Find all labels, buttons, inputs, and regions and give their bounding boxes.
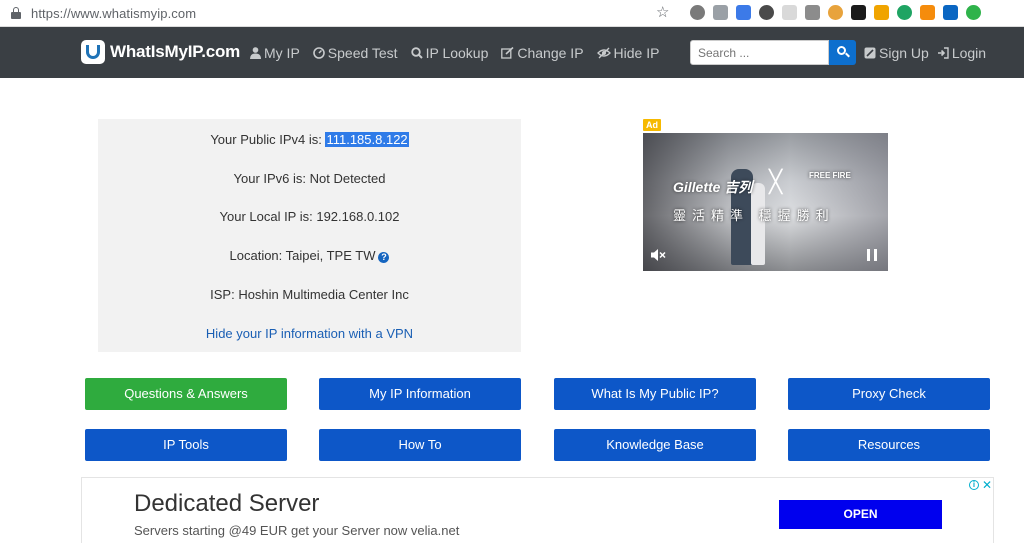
ad-close-icon[interactable]: ✕ [982,479,992,491]
ip-info-panel: Your Public IPv4 is: 111.185.8.122 Your … [98,119,521,352]
extension-icons [690,5,981,20]
ip-tools-button[interactable]: IP Tools [85,429,287,461]
mute-icon[interactable] [650,247,666,263]
extension-icon[interactable] [851,5,866,20]
ad-info-icon[interactable]: i [969,480,979,490]
login-label: Login [951,45,987,61]
location-text: Location: Taipei, TPE TW [229,248,376,263]
logo-icon [81,40,105,64]
edit-icon [501,47,514,59]
nav-speed-test-label: Speed Test [327,45,398,61]
nav-hide-ip[interactable]: Hide IP [596,45,660,61]
isp-line: ISP: Hoshin Multimedia Center Inc [210,287,409,302]
extension-icon[interactable] [920,5,935,20]
edit-square-icon [864,47,876,59]
ad-brand-text: Gillette 吉列 [673,179,753,195]
what-is-my-public-ip-button[interactable]: What Is My Public IP? [554,378,756,410]
lock-icon [11,7,21,19]
resources-button[interactable]: Resources [788,429,990,461]
nav-links: My IP Speed Test IP Lookup Change IP Hid… [250,45,659,61]
questions-answers-button[interactable]: Questions & Answers [85,378,287,410]
search-button[interactable] [829,40,856,65]
signup-link[interactable]: Sign Up [864,45,929,61]
nav-my-ip-label: My IP [264,45,300,61]
browser-toolbar: https://www.whatismyip.com ☆ [0,0,1024,27]
question-circle-icon[interactable]: ? [378,252,390,263]
extension-icon[interactable] [759,5,774,20]
ad-cross-graphic: ╳ [769,169,783,194]
vpn-link[interactable]: Hide your IP information with a VPN [98,326,521,341]
nav-ip-lookup-label: IP Lookup [425,45,489,61]
bookmark-star-icon[interactable]: ☆ [656,4,669,22]
pause-icon[interactable] [867,249,877,261]
extension-icon[interactable] [966,5,981,20]
sign-in-icon [937,47,949,59]
ad-person [751,183,765,265]
ad-choices: i ✕ [969,479,992,491]
login-link[interactable]: Login [937,45,986,61]
site-logo[interactable]: WhatIsMyIP.com [81,40,240,64]
my-ip-information-button[interactable]: My IP Information [319,378,521,410]
extension-icon[interactable] [690,5,705,20]
nav-speed-test[interactable]: Speed Test [312,45,398,61]
search-icon [410,47,423,59]
local-ip-line: Your Local IP is: 192.168.0.102 [219,209,400,224]
banner-ad-open-button[interactable]: OPEN [779,500,942,529]
banner-ad[interactable]: Dedicated Server Servers starting @49 EU… [81,477,994,543]
extension-icon[interactable] [805,5,820,20]
user-icon [250,47,261,59]
banner-ad-subtitle: Servers starting @49 EUR get your Server… [134,523,460,538]
extension-icon[interactable] [874,5,889,20]
banner-ad-title: Dedicated Server [134,490,320,517]
search-input[interactable] [690,40,829,65]
extension-icon[interactable] [736,5,751,20]
nav-my-ip[interactable]: My IP [250,45,300,61]
auth-links: Sign Up Login [864,45,986,61]
knowledge-base-button[interactable]: Knowledge Base [554,429,756,461]
site-search [690,40,856,65]
site-navbar: WhatIsMyIP.com My IP Speed Test IP Looku… [0,27,1024,78]
speedometer-icon [312,47,325,59]
eye-slash-icon [596,47,611,59]
address-bar[interactable]: https://www.whatismyip.com [6,2,678,24]
ad-slogan: 靈活精準 穩握勝利 [673,208,835,223]
ad-badge: Ad [643,119,661,131]
how-to-button[interactable]: How To [319,429,521,461]
ipv4-value[interactable]: 111.185.8.122 [325,132,409,147]
extension-icon[interactable] [943,5,958,20]
video-ad[interactable]: Gillette 吉列 ╳ FREE FIRE 靈活精準 穩握勝利 [643,133,888,271]
extension-icon[interactable] [897,5,912,20]
ipv4-line: Your Public IPv4 is: 111.185.8.122 [98,132,521,147]
extension-icon[interactable] [782,5,797,20]
ad-game-logo: FREE FIRE [809,171,851,180]
extension-icon[interactable] [828,5,843,20]
nav-change-ip[interactable]: Change IP [501,45,584,61]
nav-ip-lookup[interactable]: IP Lookup [410,45,489,61]
brand-name: WhatIsMyIP.com [110,42,241,61]
location-line: Location: Taipei, TPE TW? [98,248,521,263]
nav-change-ip-label: Change IP [517,45,584,61]
signup-label: Sign Up [879,45,929,61]
ipv4-label: Your Public IPv4 is: [210,132,326,147]
proxy-check-button[interactable]: Proxy Check [788,378,990,410]
url-text: https://www.whatismyip.com [31,5,197,21]
ipv6-line: Your IPv6 is: Not Detected [233,171,386,186]
extension-icon[interactable] [713,5,728,20]
nav-hide-ip-label: Hide IP [613,45,660,61]
